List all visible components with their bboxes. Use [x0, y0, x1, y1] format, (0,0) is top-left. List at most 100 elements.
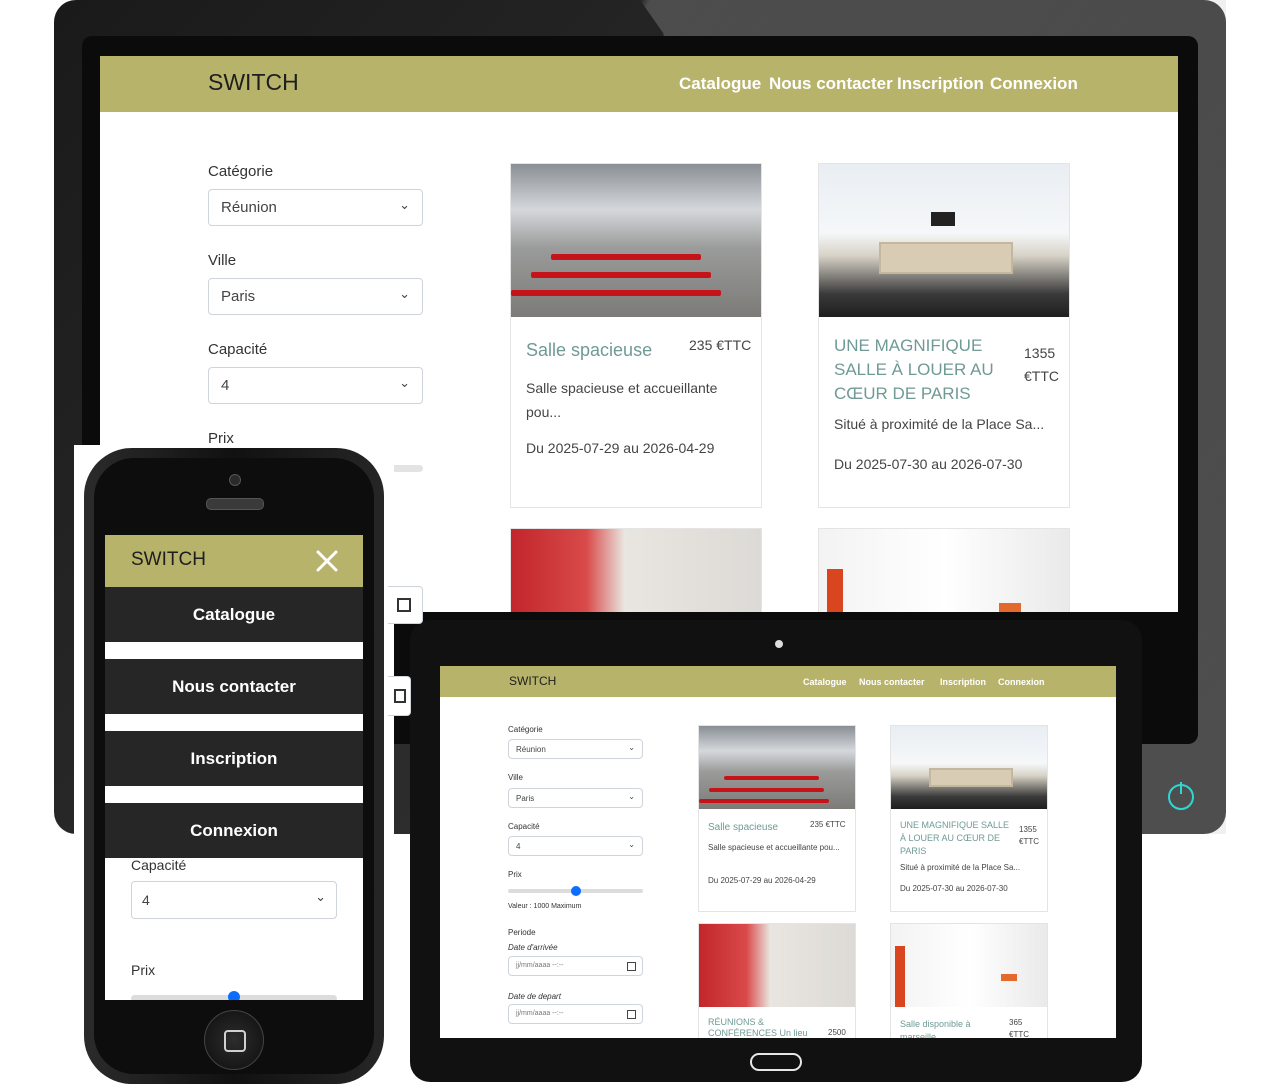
menu-item-connexion[interactable]: Connexion: [105, 803, 363, 858]
product-price-amount: 365: [1009, 1018, 1023, 1027]
nav-catalogue[interactable]: Catalogue: [803, 677, 847, 687]
room-photo: [891, 726, 1047, 809]
arrivee-input[interactable]: jj/mm/aaaa --:--: [508, 956, 643, 976]
prix-slider-track[interactable]: [131, 991, 337, 1000]
product-title[interactable]: Salle spacieuse: [708, 822, 778, 833]
product-price-unit: €TTC: [1024, 368, 1059, 384]
capacite-select[interactable]: 4 ⌄: [208, 367, 423, 404]
product-card[interactable]: Salle spacieuse 235 €TTC Salle spacieuse…: [510, 163, 762, 508]
ville-select[interactable]: Paris ⌄: [508, 788, 643, 808]
product-title[interactable]: RÉUNIONS & CONFÉRENCES Un lieu: [708, 1017, 826, 1038]
product-title[interactable]: UNE MAGNIFIQUE SALLE À LOUER AU CŒUR DE …: [900, 819, 1010, 858]
product-desc: Salle spacieuse et accueillante pou...: [526, 380, 718, 420]
product-card[interactable]: RÉUNIONS & CONFÉRENCES Un lieu 2500: [698, 923, 856, 1038]
tablet-screen: SWITCH Catalogue Nous contacter Inscript…: [440, 666, 1116, 1038]
room-photo: [511, 164, 761, 317]
product-price: 235 €TTC: [689, 337, 752, 353]
capacite-select[interactable]: 4 ⌄: [131, 881, 337, 919]
categorie-value: Réunion: [221, 199, 277, 216]
product-desc: Situé à proximité de la Place Sa...: [834, 416, 1045, 432]
categorie-select[interactable]: Réunion ⌄: [208, 189, 423, 226]
nav-catalogue[interactable]: Catalogue: [679, 74, 761, 94]
nav-connexion[interactable]: Connexion: [998, 677, 1045, 687]
capacite-value: 4: [221, 377, 230, 394]
capacite-value: 4: [142, 892, 150, 908]
room-photo: [699, 726, 855, 809]
categorie-select[interactable]: Réunion ⌄: [508, 739, 643, 759]
product-card[interactable]: Salle disponible à marseille 365 €TTC: [890, 923, 1048, 1038]
nav-inscription[interactable]: Inscription: [897, 74, 984, 94]
product-dates: Du 2025-07-29 au 2026-04-29: [708, 876, 816, 885]
calendar-icon[interactable]: [397, 598, 411, 612]
calendar-icon[interactable]: [627, 1010, 636, 1019]
prix-label: Prix: [131, 962, 156, 978]
menu-item-inscription[interactable]: Inscription: [105, 731, 363, 786]
calendar-icon[interactable]: [627, 962, 636, 971]
nav-nous-contacter[interactable]: Nous contacter: [769, 74, 893, 94]
phone-home-button[interactable]: [204, 1010, 264, 1070]
product-title[interactable]: UNE MAGNIFIQUE SALLE À LOUER AU CŒUR DE …: [834, 334, 1009, 406]
prix-slider-track[interactable]: [508, 886, 643, 896]
close-icon[interactable]: [315, 549, 339, 573]
product-card[interactable]: [510, 528, 762, 612]
depart-label: Date de depart: [508, 992, 561, 1001]
depart-placeholder: jj/mm/aaaa --:--: [516, 1010, 564, 1017]
arrivee-label: Date d'arrivée: [508, 943, 558, 952]
tablet-header: SWITCH Catalogue Nous contacter Inscript…: [440, 666, 1116, 697]
product-title[interactable]: Salle disponible à marseille: [900, 1018, 1000, 1038]
product-card[interactable]: [818, 528, 1070, 612]
product-price-amount: 1355: [1019, 825, 1037, 834]
capacite-label: Capacité: [208, 341, 268, 358]
phone-speaker: [206, 498, 264, 510]
chevron-down-icon: ⌄: [628, 840, 635, 849]
nav-nous-contacter[interactable]: Nous contacter: [859, 677, 925, 687]
nav-connexion[interactable]: Connexion: [990, 74, 1078, 94]
chevron-down-icon: ⌄: [399, 198, 410, 213]
product-price: 2500: [828, 1028, 846, 1037]
prix-slider-thumb[interactable]: [228, 991, 240, 1000]
power-icon[interactable]: [1168, 782, 1194, 810]
calendar-icon[interactable]: [394, 689, 406, 703]
tablet-home-button[interactable]: [750, 1053, 802, 1071]
product-dates: Du 2025-07-30 au 2026-07-30: [834, 456, 1023, 472]
chevron-down-icon: ⌄: [399, 376, 410, 391]
chevron-down-icon: ⌄: [315, 890, 326, 905]
ville-value: Paris: [221, 288, 256, 305]
menu-item-nous-contacter[interactable]: Nous contacter: [105, 659, 363, 714]
capacite-label: Capacité: [508, 822, 540, 831]
capacite-value: 4: [516, 842, 521, 851]
desktop-header: SWITCH Catalogue Nous contacter Inscript…: [100, 56, 1178, 112]
product-card[interactable]: Salle spacieuse 235 €TTC Salle spacieuse…: [698, 725, 856, 912]
depart-input[interactable]: jj/mm/aaaa --:--: [508, 1004, 643, 1024]
product-title[interactable]: Salle spacieuse: [526, 340, 652, 361]
product-price-unit: €TTC: [1019, 837, 1039, 846]
date-input-fragment[interactable]: [388, 586, 423, 624]
product-price-unit: €TTC: [1009, 1030, 1029, 1038]
capacite-select[interactable]: 4 ⌄: [508, 836, 643, 856]
ville-label: Ville: [508, 773, 523, 782]
chevron-down-icon: ⌄: [399, 287, 410, 302]
product-card[interactable]: UNE MAGNIFIQUE SALLE À LOUER AU CŒUR DE …: [818, 163, 1070, 508]
product-card[interactable]: UNE MAGNIFIQUE SALLE À LOUER AU CŒUR DE …: [890, 725, 1048, 912]
categorie-label: Catégorie: [208, 163, 274, 180]
tablet-camera: [775, 640, 783, 648]
brand-logo[interactable]: SWITCH: [208, 69, 299, 96]
phone-screen: SWITCH Catalogue Nous contacter Inscript…: [105, 535, 363, 1000]
ville-value: Paris: [516, 794, 535, 803]
room-photo: [511, 529, 761, 612]
chevron-down-icon: ⌄: [628, 792, 635, 801]
brand-logo[interactable]: SWITCH: [131, 549, 206, 571]
phone-camera: [229, 474, 241, 486]
nav-inscription[interactable]: Inscription: [940, 677, 986, 687]
arrivee-placeholder: jj/mm/aaaa --:--: [516, 962, 564, 969]
product-price: 235 €TTC: [810, 820, 846, 829]
prix-slider-track[interactable]: [390, 465, 423, 472]
ville-select[interactable]: Paris ⌄: [208, 278, 423, 315]
menu-item-catalogue[interactable]: Catalogue: [105, 587, 363, 642]
categorie-label: Catégorie: [508, 725, 543, 734]
brand-logo[interactable]: SWITCH: [509, 674, 556, 688]
date-input-fragment[interactable]: [388, 676, 411, 716]
periode-label: Periode: [508, 928, 536, 937]
prix-value-text: Valeur : 1000 Maximum: [508, 903, 582, 910]
prix-slider-thumb[interactable]: [570, 886, 581, 896]
